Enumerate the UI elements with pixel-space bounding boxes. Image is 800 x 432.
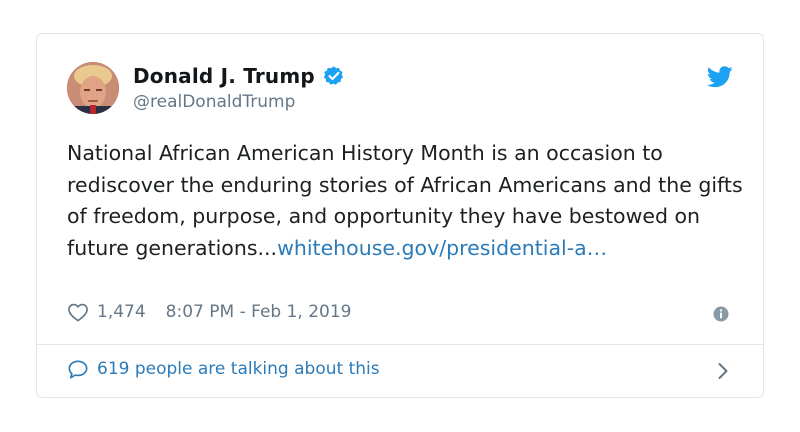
speech-bubble-icon bbox=[68, 360, 88, 379]
verified-badge-icon bbox=[323, 66, 343, 85]
author-handle[interactable]: @realDonaldTrump bbox=[133, 92, 295, 112]
tweet-text: National African American History Month … bbox=[67, 138, 747, 264]
embedded-tweet-card: Donald J. Trump @realDonaldTrump Nationa… bbox=[36, 33, 764, 398]
chevron-right-icon[interactable] bbox=[717, 362, 729, 380]
display-name[interactable]: Donald J. Trump bbox=[133, 64, 315, 88]
tweet-meta: 1,474 8:07 PM - Feb 1, 2019 bbox=[67, 302, 352, 322]
talking-about-text[interactable]: 619 people are talking about this bbox=[97, 359, 380, 379]
heart-icon[interactable] bbox=[67, 302, 89, 322]
talking-about-link[interactable]: 619 people are talking about this bbox=[67, 359, 380, 379]
twitter-bird-icon[interactable] bbox=[707, 66, 733, 88]
tweet-timestamp[interactable]: 8:07 PM - Feb 1, 2019 bbox=[166, 302, 352, 322]
tweet-link[interactable]: whitehouse.gov/presidential-a… bbox=[277, 236, 607, 260]
like-count[interactable]: 1,474 bbox=[97, 302, 146, 322]
author-name-row[interactable]: Donald J. Trump bbox=[133, 64, 345, 88]
divider bbox=[37, 344, 763, 345]
info-icon[interactable] bbox=[713, 306, 729, 322]
avatar[interactable] bbox=[67, 62, 119, 114]
